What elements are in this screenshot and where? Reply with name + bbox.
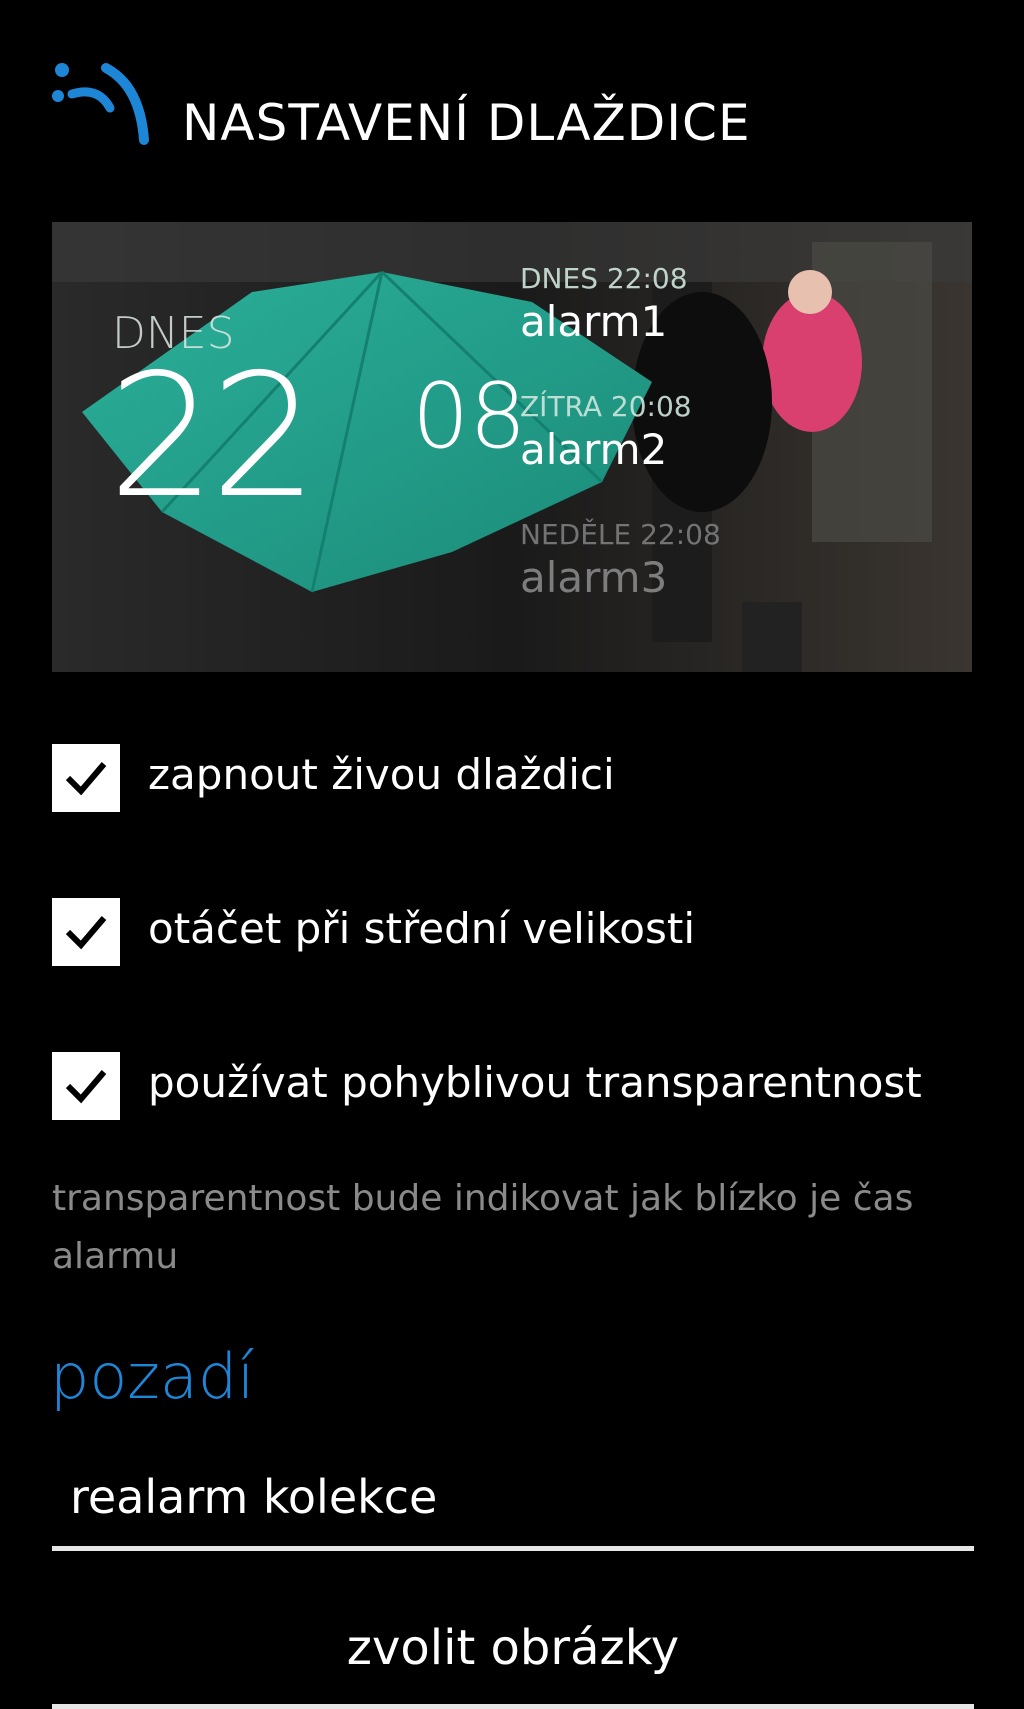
alarm-time: ZÍTRA 20:08 xyxy=(520,390,692,423)
alarm-name: alarm2 xyxy=(520,425,668,474)
rotate-medium-checkbox[interactable] xyxy=(52,898,120,966)
choose-images-button[interactable]: zvolit obrázky xyxy=(52,1612,974,1709)
header: NASTAVENÍ DLAŽDICE xyxy=(48,52,988,162)
rotate-medium-label: otáčet při střední velikosti xyxy=(148,904,696,953)
background-source-picker[interactable]: realarm kolekce xyxy=(52,1458,974,1551)
option-rotate-medium[interactable]: otáčet při střední velikosti xyxy=(52,898,992,970)
picker-selected-value: realarm kolekce xyxy=(70,1470,438,1524)
page-title: NASTAVENÍ DLAŽDICE xyxy=(182,94,751,152)
checkmark-icon xyxy=(65,1070,107,1104)
option-dynamic-transparency[interactable]: používat pohyblivou transparentnost xyxy=(52,1052,992,1124)
checkmark-icon xyxy=(65,762,107,796)
transparency-hint: transparentnost bude indikovat jak blízk… xyxy=(52,1178,914,1277)
alarm-name: alarm1 xyxy=(520,297,668,346)
alarm-time: DNES 22:08 xyxy=(520,262,688,295)
alarm-signal-icon xyxy=(52,63,149,145)
tile-alarm-item: ZÍTRA 20:08 alarm2 xyxy=(520,390,920,518)
option-live-tile[interactable]: zapnout živou dlaždici xyxy=(52,744,992,816)
big-time-hour: 22 xyxy=(108,338,318,536)
dynamic-transparency-checkbox[interactable] xyxy=(52,1052,120,1120)
tile-alarm-list: DNES 22:08 alarm1 ZÍTRA 20:08 alarm2 NED… xyxy=(520,262,920,646)
choose-images-label: zvolit obrázky xyxy=(346,1620,680,1676)
tile-preview: DNES 22 08 DNES 22:08 alarm1 ZÍTRA 20:08… xyxy=(52,222,972,672)
tile-big-time: DNES 22 08 xyxy=(108,308,527,522)
background-section-title: pozadí xyxy=(50,1340,255,1413)
dynamic-transparency-label: používat pohyblivou transparentnost xyxy=(148,1058,922,1107)
alarm-time: NEDĚLE 22:08 xyxy=(520,518,721,551)
live-tile-label: zapnout živou dlaždici xyxy=(148,750,615,799)
tile-alarm-item: NEDĚLE 22:08 alarm3 xyxy=(520,518,920,646)
big-time-minutes: 08 xyxy=(412,364,527,469)
tile-alarm-item: DNES 22:08 alarm1 xyxy=(520,262,920,390)
checkmark-icon xyxy=(65,916,107,950)
live-tile-checkbox[interactable] xyxy=(52,744,120,812)
alarm-name: alarm3 xyxy=(520,553,668,602)
